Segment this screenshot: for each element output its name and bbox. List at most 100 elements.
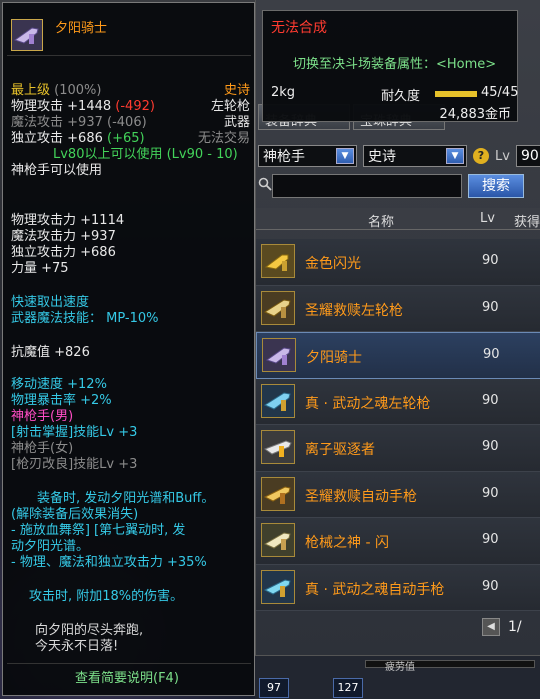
weapon-icon bbox=[11, 19, 43, 51]
grade-percent: (100%) bbox=[54, 83, 102, 98]
mag-atk-row: 魔法攻击 +937 (-406) bbox=[11, 115, 147, 130]
item-lv: 90 bbox=[483, 347, 500, 362]
list-item[interactable]: 真 · 武动之魂左轮枪 90 bbox=[256, 378, 540, 425]
list-item[interactable]: 金色闪光 90 bbox=[256, 239, 540, 286]
status-bar: 疲劳值 97 127 bbox=[255, 655, 540, 699]
search-input[interactable] bbox=[272, 174, 462, 198]
phys-atk-diff: (-492) bbox=[115, 99, 155, 114]
flavor-line: 向夕阳的尽头奔跑, bbox=[35, 623, 144, 638]
search-row: 搜索 bbox=[256, 174, 540, 198]
ind-atk-val: +686 bbox=[67, 131, 103, 146]
slot-badge[interactable]: 127 bbox=[333, 678, 363, 698]
list-item[interactable]: 枪械之神 - 闪 90 bbox=[256, 518, 540, 565]
weapon-icon bbox=[261, 476, 295, 511]
slot-badge[interactable]: 97 bbox=[259, 678, 289, 698]
lv-label: Lv bbox=[495, 148, 510, 164]
list-item[interactable]: 圣耀救赎左轮枪 90 bbox=[256, 285, 540, 332]
chevron-down-icon[interactable]: ▼ bbox=[336, 148, 354, 164]
job-select[interactable]: 神枪手 ▼ bbox=[258, 145, 357, 167]
phys-atk-val: +1448 bbox=[67, 99, 112, 114]
set-desc-line: 动夕阳光谱。 bbox=[11, 539, 90, 554]
list-item-selected[interactable]: 夕阳骑士 90 bbox=[256, 332, 540, 379]
compare-switch-hint: 切换至决斗场装备属性：<Home> bbox=[293, 57, 497, 72]
item-lv: 90 bbox=[482, 485, 499, 501]
stat-line: 独立攻击力 +686 bbox=[11, 245, 116, 260]
durability-value: 45/45 bbox=[481, 85, 519, 100]
grade-label: 最上级 bbox=[11, 83, 51, 98]
item-lv: 90 bbox=[482, 299, 499, 315]
item-lv: 90 bbox=[482, 253, 499, 268]
mag-atk-val: +937 bbox=[67, 115, 103, 130]
weapon-icon bbox=[261, 290, 295, 325]
weapon-icon bbox=[261, 430, 295, 464]
quick-draw: 快速取出速度 bbox=[11, 295, 90, 310]
item-name: 真 · 武动之魂左轮枪 bbox=[305, 395, 431, 412]
prev-page-icon[interactable]: ◀ bbox=[482, 618, 500, 636]
class-requirement: 神枪手可以使用 bbox=[11, 163, 103, 178]
item-lv: 90 bbox=[482, 392, 499, 408]
page-indicator: 1/ bbox=[508, 619, 522, 635]
chevron-down-icon[interactable]: ▼ bbox=[446, 148, 464, 164]
sell-price: 24,883金币 bbox=[439, 107, 512, 122]
weapon-icon bbox=[261, 569, 295, 604]
stat-line: 力量 +75 bbox=[11, 261, 69, 276]
compare-title: 无法合成 bbox=[271, 20, 327, 36]
set-desc-line: 攻击时, 附加18%的伤害。 bbox=[29, 589, 184, 604]
weapon-icon bbox=[261, 244, 295, 278]
class-female: 神枪手(女) bbox=[11, 441, 74, 456]
skill-male: [射击掌握]技能Lv +3 bbox=[11, 425, 138, 440]
class-male: 神枪手(男) bbox=[11, 409, 74, 424]
ind-atk-diff: (+65) bbox=[107, 131, 145, 146]
phys-atk-label: 物理攻击 bbox=[11, 99, 64, 114]
list-item[interactable]: 离子驱逐者 90 bbox=[256, 425, 540, 472]
mag-atk-diff: (-406) bbox=[107, 115, 147, 130]
rarity-select[interactable]: 史诗 ▼ bbox=[363, 145, 467, 167]
compare-tooltip: 无法合成 切换至决斗场装备属性：<Home> 2kg 耐久度 45/45 24,… bbox=[262, 10, 518, 122]
item-name: 离子驱逐者 bbox=[305, 442, 375, 458]
move-speed: 移动速度 +12% bbox=[11, 377, 107, 392]
ind-atk-label: 独立攻击 bbox=[11, 131, 64, 146]
item-lv: 90 bbox=[482, 532, 499, 547]
item-name: 圣耀救赎自动手枪 bbox=[305, 488, 417, 505]
item-lv: 90 bbox=[482, 439, 499, 454]
search-button[interactable]: 搜索 bbox=[468, 174, 524, 198]
job-select-value: 神枪手 bbox=[263, 149, 305, 165]
set-desc-line: (解除装备后效果消失) bbox=[11, 507, 139, 522]
header-name: 名称 bbox=[368, 215, 395, 230]
compare-weight: 2kg bbox=[271, 85, 296, 100]
set-desc-line: - 施放血舞祭] [第七翼动时, 发 bbox=[11, 523, 186, 538]
list-header: 名称 Lv 获得 bbox=[256, 208, 540, 230]
rarity-select-value: 史诗 bbox=[368, 149, 396, 165]
durability-label: 耐久度 bbox=[381, 89, 421, 104]
weapon-icon bbox=[261, 383, 295, 418]
search-icon bbox=[258, 177, 272, 191]
weapon-icon bbox=[261, 523, 295, 557]
weapon-icon bbox=[262, 338, 296, 372]
item-name: 真 · 武动之魂自动手枪 bbox=[305, 581, 445, 598]
stat-line: 魔法攻击力 +937 bbox=[11, 229, 116, 244]
rarity: 史诗 bbox=[223, 83, 250, 98]
item-title: 夕阳骑士 bbox=[55, 21, 108, 36]
level-requirement: Lv80以上可以使用 (Lv90 - 10) bbox=[53, 147, 238, 162]
item-category: 武器 bbox=[223, 115, 250, 130]
item-name: 金色闪光 bbox=[305, 256, 361, 272]
level-input[interactable]: 90 bbox=[515, 145, 540, 167]
weapon-type: 左轮枪 bbox=[210, 99, 250, 114]
list-item[interactable]: 圣耀救赎自动手枪 90 bbox=[256, 471, 540, 518]
item-lv: 90 bbox=[482, 578, 499, 594]
flavor-line: 今天永不日落! bbox=[35, 639, 119, 654]
item-tooltip: 夕阳骑士 最上级 (100%) 史诗 物理攻击 +1448 (-492) 左轮枪… bbox=[2, 2, 255, 696]
item-list: 金色闪光 90 圣耀救赎左轮枪 90 夕阳骑士 90 真 · 武动之魂左轮枪 9… bbox=[256, 239, 540, 611]
item-name: 枪械之神 - 闪 bbox=[305, 535, 389, 551]
summary-button[interactable]: 查看简要说明(F4) bbox=[75, 671, 179, 686]
list-item[interactable]: 真 · 武动之魂自动手枪 90 bbox=[256, 564, 540, 611]
phys-crit: 物理暴击率 +2% bbox=[11, 393, 112, 408]
fatigue-label: 疲劳值 bbox=[385, 662, 415, 673]
help-icon[interactable]: ? bbox=[473, 148, 489, 164]
mag-atk-label: 魔法攻击 bbox=[11, 115, 64, 130]
filter-row: 神枪手 ▼ 史诗 ▼ ? Lv 90 bbox=[258, 145, 540, 167]
set-desc-line: 装备时, 发动夕阳光谱和Buff。 bbox=[37, 491, 215, 506]
divider bbox=[7, 55, 251, 56]
stat-line: 物理攻击力 +1114 bbox=[11, 213, 125, 228]
element-resist: 抗魔值 +826 bbox=[11, 345, 90, 360]
